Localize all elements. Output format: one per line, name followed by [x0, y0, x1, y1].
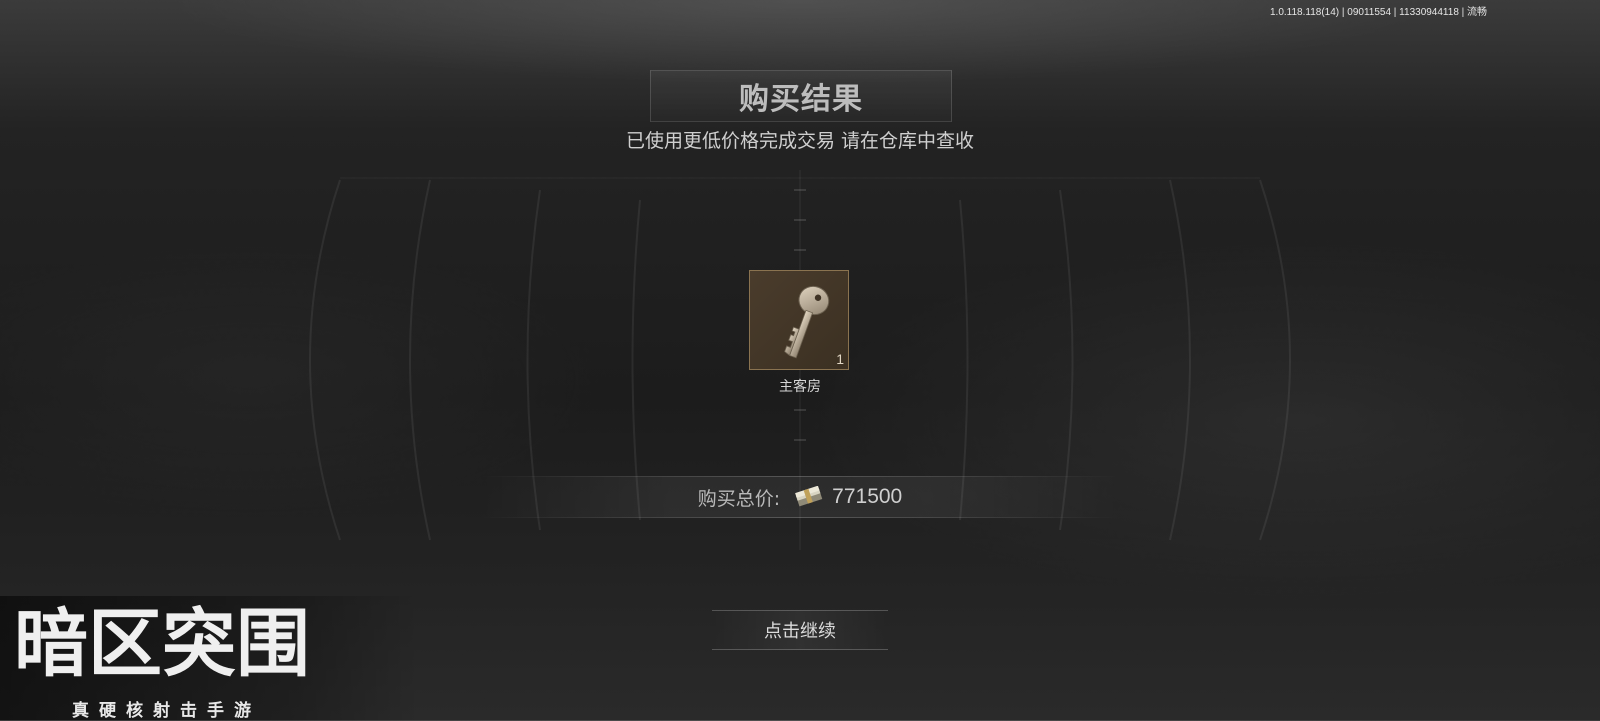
total-price-bar: 购买总价: 771500: [480, 476, 1120, 518]
result-title-frame: 购买结果: [650, 70, 952, 122]
continue-button[interactable]: 点击继续: [712, 610, 888, 650]
page-title: 购买结果: [739, 82, 863, 117]
game-logo: 暗区突围 真硬核射击手游: [0, 596, 420, 721]
key-icon: [784, 285, 830, 359]
item-name: 主客房: [779, 379, 821, 395]
purchased-item-slot[interactable]: 1: [749, 270, 849, 370]
logo-tagline: 真硬核射击手游: [72, 701, 261, 721]
item-quantity: 1: [836, 351, 844, 367]
version-info: 1.0.118.118(14) | 09011554 | 11330944118…: [1270, 7, 1488, 18]
logo-wordmark: 暗区突围: [14, 601, 310, 687]
result-subtitle: 已使用更低价格完成交易 请在仓库中查收: [625, 130, 975, 152]
total-price-value: 771500: [832, 485, 903, 508]
cash-stack-icon: [795, 486, 823, 507]
total-price-label: 购买总价:: [697, 487, 781, 510]
